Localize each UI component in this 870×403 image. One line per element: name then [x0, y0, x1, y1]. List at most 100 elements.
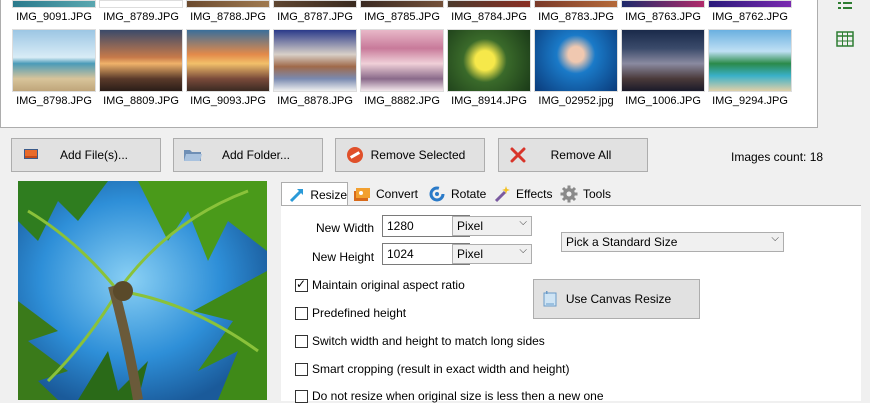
- tab-convert-label: Convert: [376, 187, 419, 201]
- thumbnail-image: [447, 29, 531, 92]
- thumbnail-item[interactable]: IMG_8809.JPG: [98, 29, 184, 107]
- thumbnail-image: [534, 0, 618, 8]
- thumbnail-caption: IMG_8785.JPG: [364, 11, 440, 23]
- thumbnail-caption: IMG_9294.JPG: [712, 95, 788, 107]
- height-unit-value: Pixel: [457, 247, 484, 261]
- thumbnail-image: [360, 29, 444, 92]
- thumbnail-item[interactable]: IMG_8784.JPG: [446, 0, 532, 23]
- thumbnail-item[interactable]: IMG_8878.JPG: [272, 29, 358, 107]
- thumbnail-image: [12, 29, 96, 92]
- remove-selected-label: Remove Selected: [370, 148, 466, 162]
- list-view-icon[interactable]: [836, 0, 854, 18]
- thumbnail-item[interactable]: IMG_9294.JPG: [707, 29, 793, 107]
- checkbox-unchecked[interactable]: [295, 362, 308, 376]
- thumbnail-image: [273, 0, 357, 8]
- close-icon: [505, 147, 531, 163]
- thumbnail-image: [12, 0, 96, 8]
- thumbnail-image: [534, 29, 618, 92]
- thumbnail-caption: IMG_8762.JPG: [712, 11, 788, 23]
- height-unit-select[interactable]: Pixel ⌵: [452, 244, 532, 264]
- thumbnail-item[interactable]: IMG_02952.jpg: [533, 29, 619, 107]
- add-files-button[interactable]: Add File(s)...: [11, 138, 161, 172]
- predefined-height-label: Predefined height: [312, 306, 407, 320]
- checkbox-unchecked[interactable]: [295, 334, 308, 348]
- chevron-down-icon: ⌵: [519, 245, 527, 256]
- thumbnail-caption: IMG_9091.JPG: [16, 11, 92, 23]
- thumbnail-image: [621, 0, 705, 8]
- thumbnail-item[interactable]: IMG_8783.JPG: [533, 0, 619, 23]
- use-canvas-resize-label: Use Canvas Resize: [565, 292, 672, 306]
- smart-cropping-label: Smart cropping (result in exact width an…: [312, 362, 570, 376]
- no-upscale-label: Do not resize when original size is less…: [312, 389, 604, 403]
- rotate-icon: [427, 185, 447, 203]
- smart-cropping-checkbox[interactable]: Smart cropping (result in exact width an…: [295, 362, 569, 376]
- checkbox-checked[interactable]: [295, 277, 308, 292]
- add-files-label: Add File(s)...: [59, 148, 128, 162]
- thumbnail-caption: IMG_8763.JPG: [625, 11, 701, 23]
- thumbnail-caption: IMG_02952.jpg: [538, 95, 614, 107]
- thumbnail-item[interactable]: IMG_1006.JPG: [620, 29, 706, 107]
- thumbnail-image: [621, 29, 705, 92]
- thumbnail-image: [708, 29, 792, 92]
- width-unit-select[interactable]: Pixel ⌵: [452, 216, 532, 236]
- thumbnail-item[interactable]: IMG_8763.JPG: [620, 0, 706, 23]
- checkbox-unchecked[interactable]: [295, 306, 308, 320]
- thumbnail-image: [99, 29, 183, 92]
- thumbnail-caption: IMG_9093.JPG: [190, 95, 266, 107]
- switch-sides-checkbox[interactable]: Switch width and height to match long si…: [295, 334, 545, 348]
- new-width-label: New Width: [316, 221, 375, 235]
- checkbox-unchecked[interactable]: [295, 389, 308, 403]
- thumbnail-caption: IMG_8783.JPG: [538, 11, 614, 23]
- canvas-icon: [538, 290, 562, 308]
- remove-icon: [342, 146, 368, 164]
- thumbnail-caption: IMG_8787.JPG: [277, 11, 353, 23]
- grid-view-icon[interactable]: [836, 30, 854, 48]
- thumbnail-item[interactable]: IMG_8787.JPG: [272, 0, 358, 23]
- new-height-label: New Height: [312, 250, 375, 264]
- thumbnail-caption: IMG_8914.JPG: [451, 95, 527, 107]
- thumbnail-item[interactable]: IMG_8785.JPG: [359, 0, 445, 23]
- no-upscale-checkbox[interactable]: Do not resize when original size is less…: [295, 389, 604, 403]
- thumbnail-list[interactable]: IMG_9091.JPG IMG_8789.JPG IMG_8788.JPG I…: [0, 0, 818, 128]
- tab-effects[interactable]: Effects: [492, 182, 552, 206]
- predefined-height-checkbox[interactable]: Predefined height: [295, 306, 406, 320]
- remove-all-button[interactable]: Remove All: [498, 138, 648, 172]
- thumbnail-item[interactable]: IMG_8788.JPG: [185, 0, 271, 23]
- thumbnail-item[interactable]: IMG_8789.JPG: [98, 0, 184, 23]
- maintain-aspect-label: Maintain original aspect ratio: [312, 278, 465, 292]
- use-canvas-resize-button[interactable]: Use Canvas Resize: [533, 279, 700, 319]
- thumbnail-image: [708, 0, 792, 8]
- thumbnail-caption: IMG_8798.JPG: [16, 95, 92, 107]
- tab-convert[interactable]: Convert: [352, 182, 418, 206]
- thumbnail-caption: IMG_8788.JPG: [190, 11, 266, 23]
- tab-tools-label: Tools: [583, 187, 612, 201]
- standard-size-select[interactable]: Pick a Standard Size ⌵: [561, 232, 784, 252]
- thumbnail-item[interactable]: IMG_9091.JPG: [11, 0, 97, 23]
- thumbnail-image: [99, 0, 183, 8]
- thumbnail-caption: IMG_8784.JPG: [451, 11, 527, 23]
- thumbnail-item[interactable]: IMG_8762.JPG: [707, 0, 793, 23]
- resize-arrow-icon: [288, 186, 306, 204]
- folder-icon: [180, 147, 206, 163]
- chevron-down-icon: ⌵: [519, 217, 527, 228]
- tab-rotate-label: Rotate: [451, 187, 487, 201]
- thumbnail-image: [360, 0, 444, 8]
- tab-tools[interactable]: Tools: [559, 182, 611, 206]
- thumbnail-image: [186, 29, 270, 92]
- thumbnail-item[interactable]: IMG_8798.JPG: [11, 29, 97, 107]
- thumbnail-item[interactable]: IMG_8914.JPG: [446, 29, 532, 107]
- chevron-down-icon: ⌵: [771, 233, 779, 244]
- thumbnail-item[interactable]: IMG_8882.JPG: [359, 29, 445, 107]
- standard-size-value: Pick a Standard Size: [566, 235, 678, 249]
- thumbnail-caption: IMG_8882.JPG: [364, 95, 440, 107]
- tab-resize[interactable]: Resize: [281, 182, 348, 206]
- images-count: Images count: 18: [731, 150, 824, 164]
- thumbnail-image: [273, 29, 357, 92]
- maintain-aspect-checkbox[interactable]: Maintain original aspect ratio: [295, 277, 465, 292]
- tab-rotate[interactable]: Rotate: [427, 182, 486, 206]
- tab-resize-label: Resize: [310, 187, 347, 202]
- remove-selected-button[interactable]: Remove Selected: [335, 138, 485, 172]
- thumbnail-item[interactable]: IMG_9093.JPG: [185, 29, 271, 107]
- add-folder-label: Add Folder...: [221, 148, 291, 162]
- add-folder-button[interactable]: Add Folder...: [173, 138, 323, 172]
